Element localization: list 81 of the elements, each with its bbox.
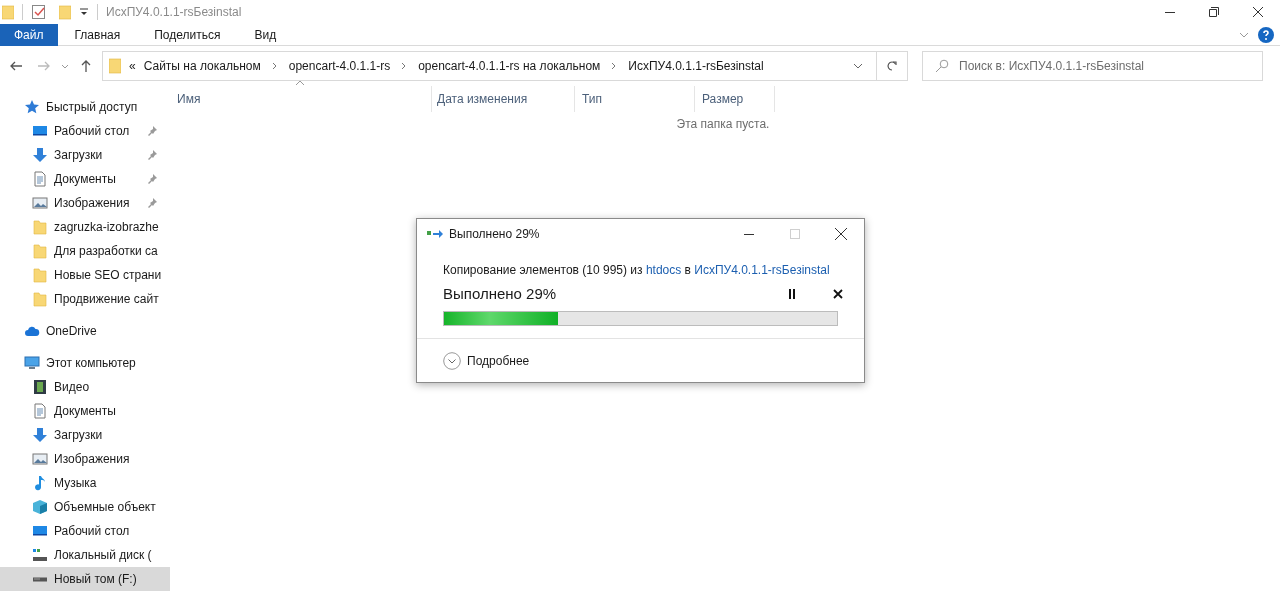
- navigation-item[interactable]: Для разработки са: [0, 239, 170, 263]
- copy-icon: [427, 228, 443, 240]
- document-icon: [32, 403, 48, 419]
- minimize-icon: [744, 233, 754, 235]
- chevron-down-icon: [443, 351, 461, 370]
- disk-drive-icon: [32, 576, 48, 582]
- pause-icon: [788, 289, 796, 299]
- window-title: ИсхПУ4.0.1.1-rsБезinstal: [106, 4, 242, 21]
- navigation-item[interactable]: Объемные объект: [0, 495, 170, 519]
- navigation-item[interactable]: Этот компьютер: [0, 351, 170, 375]
- music-note-icon: [32, 475, 48, 491]
- breadcrumb-item[interactable]: opencart-4.0.1.1-rs: [288, 57, 391, 75]
- checklist-icon[interactable]: [31, 4, 47, 20]
- breadcrumb-item[interactable]: Сайты на локальном: [143, 57, 261, 75]
- down-arrow-icon: [32, 427, 48, 443]
- navigation-item[interactable]: OneDrive: [0, 319, 170, 343]
- navigation-item[interactable]: Рабочий стол: [0, 119, 170, 143]
- navigation-item[interactable]: Новый том (F:): [0, 567, 170, 591]
- address-bar[interactable]: « Сайты на локальном opencart-4.0.1.1-rs opencart-4.0.1.1-rs на локальном ИсхПУ4.0.1.1-rsБезinstal: [102, 51, 908, 81]
- close-icon: [1253, 7, 1263, 17]
- monitor-icon: [32, 523, 48, 539]
- computer-icon: [24, 355, 40, 371]
- maximize-icon: [790, 229, 800, 239]
- document-icon: [32, 171, 48, 187]
- image-icon: [32, 451, 48, 467]
- chevron-right-icon[interactable]: [270, 62, 279, 70]
- folder-link[interactable]: htdocs: [645, 263, 682, 277]
- breadcrumb-item[interactable]: ИсхПУ4.0.1.1-rsБезinstal: [628, 57, 764, 75]
- search-icon: [935, 59, 949, 73]
- navigation-item[interactable]: Рабочий стол: [0, 519, 170, 543]
- column-header[interactable]: Тип: [575, 86, 695, 112]
- folder-icon: [32, 219, 48, 235]
- column-header[interactable]: Дата изменения: [432, 86, 575, 112]
- folder-icon: [109, 58, 121, 74]
- down-arrow-icon: [32, 147, 48, 163]
- navigation-item[interactable]: Музыка: [0, 471, 170, 495]
- search-field[interactable]: Поиск в: ИсхПУ4.0.1.1-rsБезinstal: [922, 51, 1263, 81]
- navigation-item[interactable]: zagruzka-izobrazhe: [0, 215, 170, 239]
- star-icon: [24, 99, 40, 115]
- disk-drive-icon: [32, 547, 48, 563]
- folder-icon: [32, 267, 48, 283]
- monitor-icon: [32, 123, 48, 139]
- progress-status: Выполнено 29%: [443, 283, 557, 304]
- ribbon-tab[interactable]: Поделиться: [137, 23, 238, 46]
- navigation-item[interactable]: Изображения: [0, 447, 170, 471]
- column-header[interactable]: Размер: [695, 86, 775, 112]
- ribbon-tab[interactable]: Вид: [237, 23, 294, 46]
- image-icon: [32, 195, 48, 211]
- overflow-chevron[interactable]: «: [129, 57, 136, 75]
- minimize-icon: [1165, 11, 1175, 13]
- close-icon: [833, 289, 843, 299]
- navigation-item[interactable]: Локальный диск (: [0, 543, 170, 567]
- column-header[interactable]: Имя: [170, 86, 432, 112]
- navigation-item[interactable]: Изображения: [0, 191, 170, 215]
- refresh-icon: [886, 60, 898, 72]
- close-icon: [835, 228, 847, 240]
- copy-description: Копирование элементов (10 995) из htdocs в ИсхПУ4.0.1.1-rsБезinstal: [443, 262, 831, 279]
- navigation-item[interactable]: Продвижение сайт: [0, 287, 170, 311]
- empty-folder-message: Эта папка пуста.: [676, 116, 770, 133]
- folder-icon: [32, 291, 48, 307]
- restore-icon: [1209, 7, 1219, 17]
- dropdown-icon[interactable]: [79, 7, 89, 17]
- ribbon-tab[interactable]: Файл: [0, 23, 58, 46]
- cube-icon: [32, 499, 48, 515]
- navigation-item[interactable]: Загрузки: [0, 143, 170, 167]
- details-toggle[interactable]: Подробнее: [443, 351, 530, 370]
- navigation-item[interactable]: Документы: [0, 167, 170, 191]
- breadcrumb-item[interactable]: opencart-4.0.1.1-rs на локальном: [418, 57, 601, 75]
- folder-icon: [32, 243, 48, 259]
- help-icon[interactable]: [1258, 26, 1274, 43]
- navigation-item[interactable]: Загрузки: [0, 423, 170, 447]
- navigation-item[interactable]: Видео: [0, 375, 170, 399]
- film-icon: [32, 379, 48, 395]
- navigation-item[interactable]: Новые SEO страни: [0, 263, 170, 287]
- navigation-item[interactable]: Документы: [0, 399, 170, 423]
- search-input[interactable]: Поиск в: ИсхПУ4.0.1.1-rsБезinstal: [959, 57, 1262, 75]
- navigation-item[interactable]: Быстрый доступ: [0, 95, 170, 119]
- dialog-title: Выполнено 29%: [449, 226, 540, 243]
- folder-link[interactable]: ИсхПУ4.0.1.1-rsБезinstal: [694, 263, 830, 277]
- sort-ascending-icon: [296, 80, 304, 86]
- ribbon-tab[interactable]: Главная: [57, 23, 138, 46]
